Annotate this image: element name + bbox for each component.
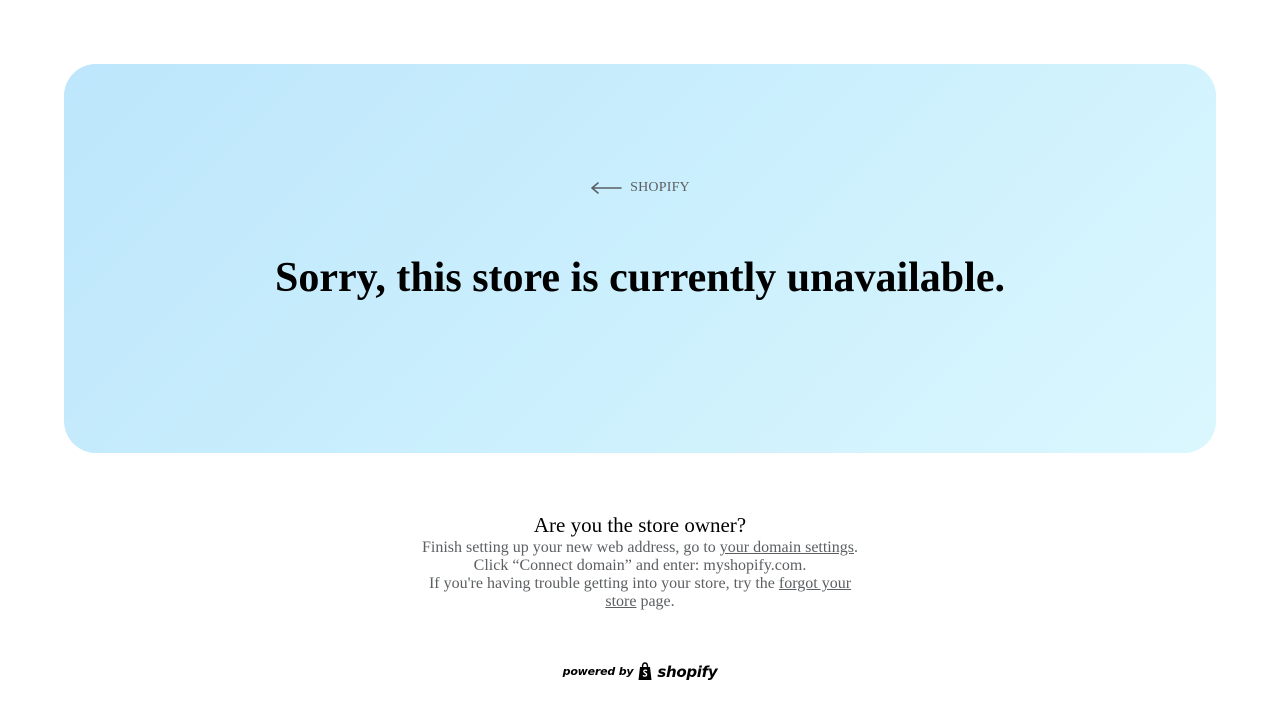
- instruction-line1-prefix: Finish setting up your new web address, …: [422, 539, 720, 556]
- domain-settings-link[interactable]: your domain settings: [720, 539, 854, 556]
- shopify-wordmark: shopify: [657, 662, 718, 681]
- instruction-line1-suffix: .: [853, 539, 858, 556]
- instruction-line2: Click “Connect domain” and enter: myshop…: [473, 557, 807, 574]
- instruction-line3-suffix: page.: [636, 593, 675, 610]
- instruction-line3-prefix: If you're having trouble getting into yo…: [428, 575, 779, 592]
- page: SHOPIFY Sorry, this store is currently u…: [0, 0, 1280, 720]
- back-to-shopify-link[interactable]: SHOPIFY: [64, 180, 1216, 196]
- store-owner-section: Are you the store owner? Finish setting …: [0, 512, 1280, 611]
- store-owner-instructions: Finish setting up your new web address, …: [420, 539, 860, 611]
- page-title: Sorry, this store is currently unavailab…: [275, 255, 1005, 301]
- powered-by-shopify[interactable]: powered by shopify: [0, 662, 1280, 681]
- arrow-left-icon: [591, 182, 622, 194]
- powered-by-label: powered by: [562, 665, 634, 678]
- shopify-bag-icon: [638, 662, 652, 680]
- back-link-label: SHOPIFY: [630, 180, 690, 195]
- store-owner-heading: Are you the store owner?: [533, 513, 747, 537]
- hero-banner: SHOPIFY Sorry, this store is currently u…: [64, 64, 1216, 453]
